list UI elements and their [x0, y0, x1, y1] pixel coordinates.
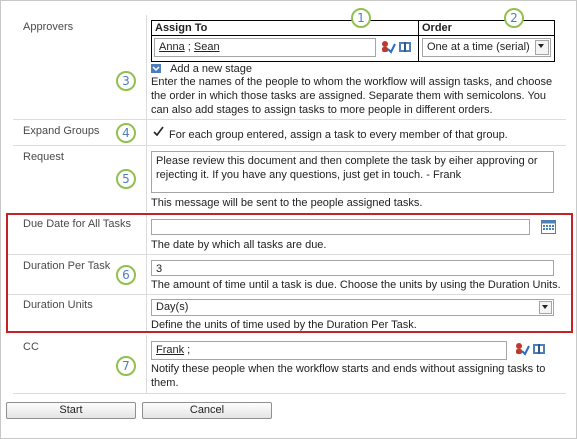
- approvers-label: Approvers: [23, 21, 74, 33]
- chevron-down-icon[interactable]: [539, 301, 552, 314]
- check-names-icon[interactable]: [380, 40, 396, 54]
- request-description: This message will be sent to the people …: [151, 197, 423, 209]
- check-names-icon[interactable]: [514, 342, 530, 356]
- callout-4: 4: [116, 123, 136, 143]
- duration-per-task-label: Duration Per Task: [23, 260, 111, 272]
- add-stage-link[interactable]: Add a new stage: [151, 63, 252, 75]
- due-date-input[interactable]: [151, 219, 530, 235]
- duration-per-task-input[interactable]: 3: [151, 260, 554, 276]
- assign-to-field[interactable]: Anna ; Sean: [154, 38, 376, 57]
- due-date-label: Due Date for All Tasks: [23, 218, 132, 230]
- duration-units-select[interactable]: Day(s): [151, 299, 554, 316]
- cc-field[interactable]: Frank ;: [151, 341, 507, 360]
- callout-2: 2: [504, 8, 524, 28]
- duration-units-description: Define the units of time used by the Dur…: [151, 319, 417, 331]
- assign-to-header: Assign To: [155, 22, 208, 34]
- start-button[interactable]: Start: [6, 402, 136, 419]
- expand-groups-label: Expand Groups: [23, 125, 100, 137]
- callout-7: 7: [116, 356, 136, 376]
- request-textarea[interactable]: Please review this document and then com…: [151, 151, 554, 193]
- cancel-button[interactable]: Cancel: [142, 402, 272, 419]
- approver-anna[interactable]: Anna: [159, 41, 185, 53]
- callout-5: 5: [116, 169, 136, 189]
- callout-3: 3: [116, 71, 136, 91]
- duration-units-label: Duration Units: [23, 299, 93, 311]
- checkmark-icon: [153, 126, 164, 137]
- due-date-description: The date by which all tasks are due.: [151, 239, 327, 251]
- address-book-icon[interactable]: [532, 342, 546, 356]
- workflow-form: Approvers Assign To Order Anna ; Sean On…: [0, 0, 577, 439]
- address-book-icon[interactable]: [398, 40, 412, 54]
- chevron-down-icon[interactable]: [535, 40, 549, 55]
- request-label: Request: [23, 151, 64, 163]
- callout-1: 1: [351, 8, 371, 28]
- expand-groups-checkbox[interactable]: [153, 126, 164, 137]
- cc-person-frank[interactable]: Frank: [156, 344, 184, 356]
- order-select[interactable]: One at a time (serial): [422, 38, 551, 57]
- approvers-description: Enter the names of the people to whom th…: [151, 76, 553, 116]
- callout-6: 6: [116, 265, 136, 285]
- expand-groups-text: For each group entered, assign a task to…: [169, 129, 508, 141]
- approvers-table: Assign To Order Anna ; Sean One at a tim…: [151, 20, 555, 62]
- cc-description: Notify these people when the workflow st…: [151, 363, 546, 389]
- cc-label: CC: [23, 341, 39, 353]
- approver-sean[interactable]: Sean: [194, 41, 220, 53]
- add-stage-icon: [151, 64, 161, 73]
- calendar-icon[interactable]: [541, 220, 556, 234]
- order-header: Order: [422, 22, 452, 34]
- duration-per-task-description: The amount of time until a task is due. …: [151, 279, 561, 291]
